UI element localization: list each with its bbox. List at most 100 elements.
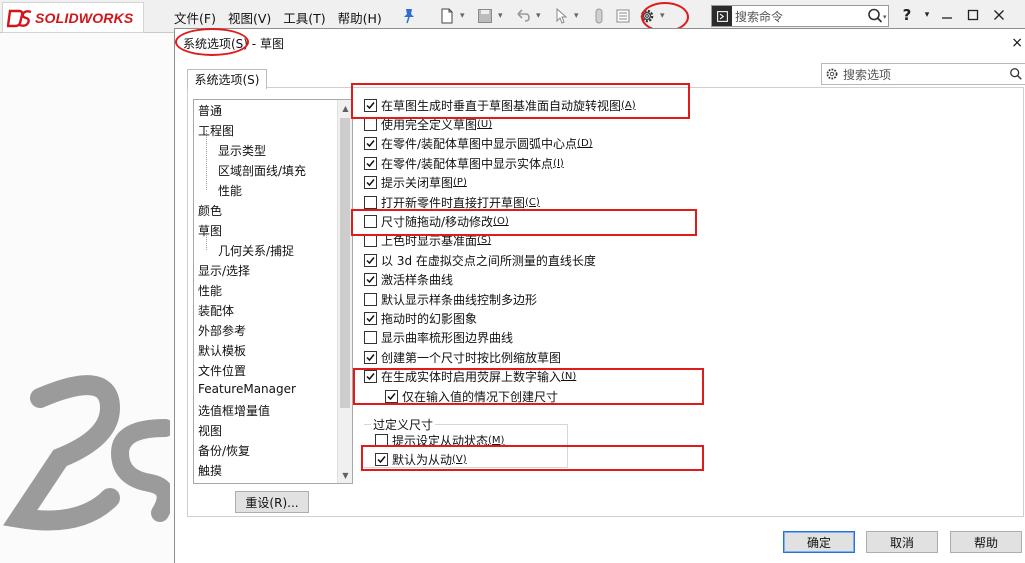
- option-row[interactable]: 以 3d 在虚拟交点之间所测量的直线长度: [364, 251, 596, 269]
- select-icon[interactable]: [550, 5, 572, 27]
- option-label: 拖动时的幻影图象: [381, 311, 478, 326]
- checkbox[interactable]: [364, 117, 377, 131]
- tree-item[interactable]: 文件位置: [198, 362, 246, 379]
- tree-item[interactable]: FeatureManager: [198, 382, 296, 396]
- checkbox[interactable]: [364, 195, 377, 209]
- options-search-gear-icon: [826, 68, 838, 80]
- close-icon[interactable]: [988, 4, 1010, 26]
- search-command-box[interactable]: 搜索命令 ▾: [711, 5, 889, 27]
- menu-view[interactable]: 视图(V): [222, 8, 277, 27]
- tree-item[interactable]: 视图: [198, 422, 222, 439]
- options-dropdown-icon[interactable]: ▾: [660, 11, 668, 21]
- option-row[interactable]: 激活样条曲线: [364, 271, 453, 289]
- checkbox[interactable]: [364, 253, 377, 267]
- option-label: 默认显示样条曲线控制多边形: [381, 292, 538, 307]
- minimize-icon[interactable]: [936, 4, 958, 26]
- option-row[interactable]: 打开新零件时直接打开草图 (C): [364, 193, 540, 211]
- save-icon[interactable]: [474, 5, 496, 27]
- tree-item[interactable]: 工程图: [198, 122, 234, 139]
- option-row[interactable]: 创建第一个尺寸时按比例缩放草图: [364, 348, 561, 366]
- search-options-icon[interactable]: [1009, 67, 1023, 81]
- option-row[interactable]: 仅在输入值的情况下创建尺寸: [385, 387, 558, 405]
- checkbox[interactable]: [364, 176, 377, 190]
- tree-item[interactable]: 草图: [198, 222, 222, 239]
- option-row[interactable]: 上色时显示基准面 (S): [364, 232, 491, 250]
- search-scope-icon[interactable]: [712, 6, 732, 26]
- option-label: 在零件/装配体草图中显示圆弧中心点: [381, 137, 578, 152]
- undo-icon[interactable]: [512, 5, 534, 27]
- checkbox[interactable]: [364, 234, 377, 248]
- tree-item[interactable]: 显示类型: [218, 142, 266, 159]
- menu-file[interactable]: 文件(F): [168, 8, 222, 27]
- menu-bar: 文件(F) 视图(V) 工具(T) 帮助(H): [168, 8, 388, 27]
- option-row[interactable]: 默认显示样条曲线控制多边形: [364, 290, 537, 308]
- tree-scrollbar[interactable]: ▲ ▼: [337, 100, 352, 483]
- option-row[interactable]: 提示关闭草图 (P): [364, 174, 467, 192]
- tree-item[interactable]: 性能: [218, 182, 242, 199]
- rebuild-icon[interactable]: [588, 5, 610, 27]
- checkbox[interactable]: [364, 98, 377, 112]
- tree-item[interactable]: 装配体: [198, 302, 234, 319]
- tree-item[interactable]: 颜色: [198, 202, 222, 219]
- tree-item[interactable]: 选值框增量值: [198, 402, 270, 419]
- select-dropdown-icon[interactable]: ▾: [574, 11, 582, 21]
- tree-item[interactable]: 区域剖面线/填充: [218, 162, 306, 179]
- checkbox[interactable]: [364, 311, 377, 325]
- checkbox[interactable]: [364, 350, 377, 364]
- tree-item[interactable]: 性能: [198, 282, 222, 299]
- menu-tools[interactable]: 工具(T): [277, 8, 331, 27]
- scroll-up-icon[interactable]: ▲: [338, 100, 352, 116]
- search-options-box[interactable]: 搜索选项: [821, 63, 1025, 85]
- help-button[interactable]: 帮助: [950, 531, 1022, 553]
- scroll-down-icon[interactable]: ▼: [338, 467, 352, 483]
- cancel-button[interactable]: 取消: [866, 531, 938, 553]
- checkbox[interactable]: [364, 137, 377, 151]
- tab-system-options[interactable]: 系统选项(S): [187, 69, 267, 89]
- option-label: 尺寸随拖动/移动修改: [381, 214, 494, 229]
- new-file-icon[interactable]: [436, 5, 458, 27]
- tree-item[interactable]: 外部参考: [198, 322, 246, 339]
- tree-item[interactable]: 备份/恢复: [198, 442, 250, 459]
- option-row[interactable]: 在零件/装配体草图中显示圆弧中心点 (D): [364, 135, 593, 153]
- tree-item[interactable]: 几何关系/捕捉: [218, 242, 294, 259]
- tree-item[interactable]: 普通: [198, 102, 222, 119]
- option-hotkey: (D): [577, 138, 593, 150]
- checkbox[interactable]: [364, 273, 377, 287]
- checkbox[interactable]: [364, 214, 377, 228]
- tree-item[interactable]: 显示/选择: [198, 262, 250, 279]
- option-row[interactable]: 尺寸随拖动/移动修改 (O): [364, 212, 509, 230]
- checkbox[interactable]: [364, 292, 377, 306]
- tree-item[interactable]: 默认模板: [198, 342, 246, 359]
- checkbox[interactable]: [385, 389, 398, 403]
- reset-button[interactable]: 重设(R)...: [235, 491, 309, 513]
- scroll-thumb[interactable]: [340, 118, 350, 408]
- ok-button[interactable]: 确定: [783, 531, 855, 553]
- save-dropdown-icon[interactable]: ▾: [498, 11, 506, 21]
- tree-item[interactable]: 触摸: [198, 462, 222, 479]
- undo-dropdown-icon[interactable]: ▾: [536, 11, 544, 21]
- menu-help[interactable]: 帮助(H): [332, 8, 388, 27]
- checkbox[interactable]: [364, 370, 377, 384]
- option-row[interactable]: 在零件/装配体草图中显示实体点 (I): [364, 154, 564, 172]
- dialog-close-icon[interactable]: ×: [1011, 35, 1023, 51]
- search-options-input[interactable]: 搜索选项: [843, 66, 1009, 83]
- help-icon[interactable]: ?: [896, 4, 918, 26]
- checkbox[interactable]: [364, 156, 377, 170]
- maximize-icon[interactable]: [962, 4, 984, 26]
- option-row[interactable]: 使用完全定义草图 (U): [364, 115, 492, 133]
- search-icon[interactable]: ▾: [866, 7, 888, 25]
- help-dropdown-icon[interactable]: ▾: [922, 4, 932, 26]
- file-props-icon[interactable]: [612, 5, 634, 27]
- new-dropdown-icon[interactable]: ▾: [460, 11, 468, 21]
- checkbox[interactable]: [364, 331, 377, 345]
- option-row[interactable]: 拖动时的幻影图象: [364, 309, 477, 327]
- option-row[interactable]: 显示曲率梳形图边界曲线: [364, 329, 513, 347]
- option-hotkey: (N): [561, 371, 577, 383]
- option-row[interactable]: 在生成实体时启用荧屏上数字输入 (N): [364, 368, 576, 386]
- options-gear-icon[interactable]: [636, 5, 658, 27]
- option-row[interactable]: 在草图生成时垂直于草图基准面自动旋转视图 (A): [364, 96, 636, 114]
- option-hotkey: (P): [453, 177, 467, 189]
- search-command-input[interactable]: 搜索命令: [735, 8, 866, 25]
- svg-text:▾: ▾: [883, 13, 887, 21]
- pin-icon[interactable]: [402, 8, 416, 24]
